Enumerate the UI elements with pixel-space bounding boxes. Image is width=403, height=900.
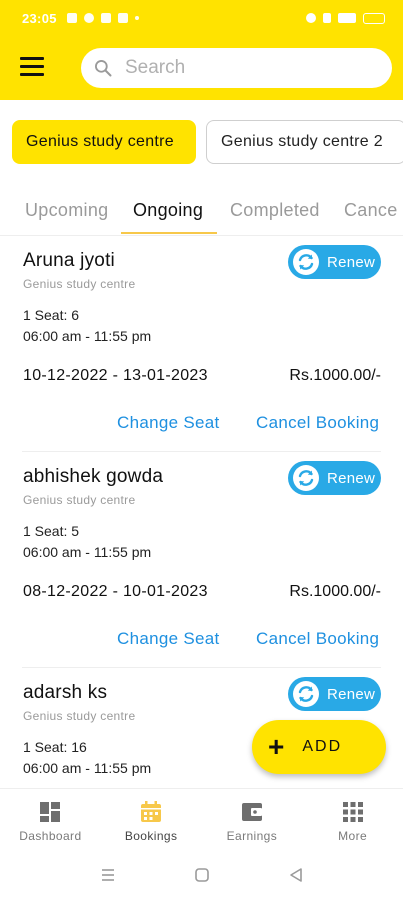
centre-chip-2[interactable]: Genius study centre 2	[206, 120, 403, 164]
menu-icon[interactable]	[20, 57, 44, 77]
search-input[interactable]	[125, 57, 365, 79]
back-icon[interactable]	[288, 867, 304, 883]
renew-button[interactable]: Renew	[288, 245, 381, 279]
date-range: 08-12-2022 - 10-01-2023	[23, 583, 208, 600]
status-bar: 23:05	[0, 0, 403, 36]
cancel-booking-button[interactable]: Cancel Booking	[256, 629, 379, 649]
centre-selector: Genius study centre Genius study centre …	[12, 120, 403, 164]
system-icons	[306, 12, 385, 24]
add-label: ADD	[302, 738, 343, 755]
app-icon	[117, 13, 128, 23]
dashboard-icon	[40, 802, 61, 822]
renew-button[interactable]: Renew	[288, 677, 381, 711]
centre-name: Genius study centre	[23, 709, 136, 723]
status-time: 23:05	[22, 10, 57, 26]
dot-icon	[134, 16, 139, 20]
grid-icon	[342, 802, 363, 822]
cancel-booking-button[interactable]: Cancel Booking	[256, 413, 379, 433]
nav-label: Earnings	[226, 829, 278, 843]
wallet-icon	[241, 803, 262, 821]
renew-label: Renew	[327, 469, 376, 487]
refresh-icon	[293, 465, 319, 491]
nav-label: Bookings	[124, 829, 178, 843]
calendar-icon	[141, 801, 162, 822]
refresh-icon	[293, 249, 319, 275]
centre-name: Genius study centre	[23, 277, 136, 291]
booking-card: abhishek gowda Genius study centre 1 Sea…	[0, 452, 403, 668]
renew-button[interactable]: Renew	[288, 461, 381, 495]
nav-label: More	[338, 829, 368, 843]
facebook-icon	[100, 13, 111, 23]
plus-icon: +	[268, 731, 285, 762]
timing: 06:00 am - 11:55 pm	[23, 760, 152, 776]
booking-list: Aruna jyoti Genius study centre 1 Seat: …	[0, 236, 403, 788]
seat-info: 1 Seat: 16	[23, 739, 87, 755]
tab-indicator	[121, 232, 217, 234]
tab-cancelled[interactable]: Cance	[344, 200, 398, 221]
nav-label: Dashboard	[19, 829, 82, 843]
home-icon[interactable]	[194, 867, 210, 883]
nav-bookings[interactable]: Bookings	[101, 789, 202, 850]
system-nav-bar	[0, 850, 403, 900]
timing: 06:00 am - 11:55 pm	[23, 544, 152, 560]
change-seat-button[interactable]: Change Seat	[117, 629, 220, 649]
change-seat-button[interactable]: Change Seat	[117, 413, 220, 433]
add-booking-button[interactable]: + ADD	[252, 720, 386, 774]
booking-card: Aruna jyoti Genius study centre 1 Seat: …	[0, 236, 403, 452]
tab-ongoing[interactable]: Ongoing	[133, 200, 203, 221]
seat-info: 1 Seat: 5	[23, 523, 80, 539]
customer-name: Aruna jyoti	[23, 250, 115, 271]
customer-name: abhishek gowda	[23, 466, 164, 487]
search-bar[interactable]	[81, 48, 392, 88]
mail-icon	[66, 13, 77, 23]
timing: 06:00 am - 11:55 pm	[23, 328, 152, 344]
bottom-nav: Dashboard Bookings Earnings More	[0, 788, 403, 850]
search-icon	[95, 59, 112, 77]
vibrate-icon	[323, 13, 331, 23]
date-range: 10-12-2022 - 13-01-2023	[23, 367, 208, 384]
app-bar	[0, 36, 403, 100]
price: Rs.1000.00/-	[289, 367, 381, 384]
price: Rs.1000.00/-	[289, 583, 381, 600]
alarm-icon	[306, 13, 316, 23]
centre-chip-1[interactable]: Genius study centre	[12, 120, 196, 164]
signal-icon	[338, 13, 356, 23]
battery-icon	[363, 12, 385, 24]
tab-upcoming[interactable]: Upcoming	[25, 200, 108, 221]
nav-more[interactable]: More	[302, 789, 403, 850]
recent-apps-icon[interactable]	[100, 867, 116, 883]
renew-label: Renew	[327, 685, 376, 703]
renew-label: Renew	[327, 253, 376, 271]
booking-tabs: Upcoming Ongoing Completed Cance	[0, 196, 403, 236]
centre-name: Genius study centre	[23, 493, 136, 507]
chat-icon	[83, 13, 94, 23]
notification-icons	[66, 13, 139, 23]
refresh-icon	[293, 681, 319, 707]
seat-info: 1 Seat: 6	[23, 307, 80, 323]
tab-completed[interactable]: Completed	[230, 200, 320, 221]
nav-dashboard[interactable]: Dashboard	[0, 789, 101, 850]
customer-name: adarsh ks	[23, 682, 108, 703]
nav-earnings[interactable]: Earnings	[202, 789, 303, 850]
